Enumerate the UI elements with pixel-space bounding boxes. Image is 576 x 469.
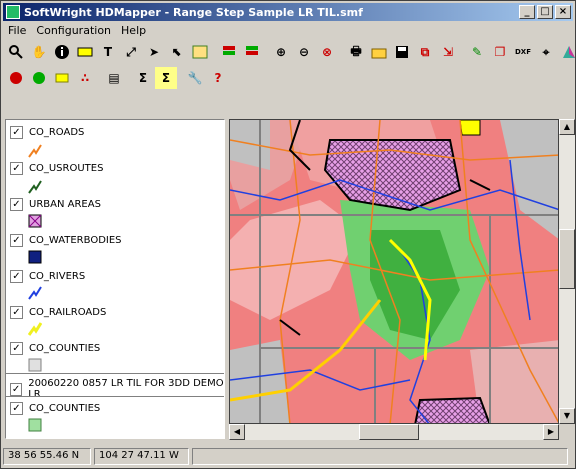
horizontal-scroll-thumb[interactable]: [359, 424, 419, 440]
menu-bar: File Configuration Help: [3, 22, 151, 39]
layer-label: CO_WATERBODIES: [29, 235, 122, 246]
layer-item[interactable]: ✓ CO_RAILROADS: [10, 306, 106, 319]
layer-item[interactable]: ✓ CO_COUNTIES: [10, 402, 100, 415]
site2-icon[interactable]: [28, 67, 50, 89]
layer-item[interactable]: ✓ CO_RIVERS: [10, 270, 85, 283]
title-bar: SoftWright HDMapper - Range Step Sample …: [3, 3, 573, 21]
status-bar: 38 56 55.46 N 104 27 47.11 W: [3, 448, 568, 466]
scroll-down-icon[interactable]: ▼: [559, 408, 575, 424]
tools-icon[interactable]: 🔧: [184, 67, 206, 89]
edit-icon[interactable]: ✎: [466, 41, 488, 63]
layer-checkbox[interactable]: ✓: [10, 342, 23, 355]
county2-symbol-icon: [28, 418, 42, 432]
minimize-button[interactable]: _: [519, 5, 535, 19]
site-icon[interactable]: [5, 67, 27, 89]
map-view[interactable]: [229, 119, 559, 424]
zoom-cancel-icon[interactable]: ⊗: [316, 41, 338, 63]
help-icon[interactable]: ?: [207, 67, 229, 89]
app-icon: [6, 5, 20, 19]
pointer-icon[interactable]: ⬉: [166, 41, 188, 63]
text-tool-icon[interactable]: T: [97, 41, 119, 63]
layer-checkbox[interactable]: ✓: [10, 270, 23, 283]
layer-item[interactable]: ✓ CO_WATERBODIES: [10, 234, 122, 247]
river-symbol-icon: [28, 286, 42, 300]
layer-item[interactable]: ✓ CO_USROUTES: [10, 162, 103, 175]
latitude-readout: 38 56 55.46 N: [3, 448, 91, 465]
compass-icon[interactable]: ⌖: [535, 41, 557, 63]
open-folder-icon[interactable]: [368, 41, 390, 63]
save-icon[interactable]: [391, 41, 413, 63]
points-icon[interactable]: [51, 67, 73, 89]
pan-hand-icon[interactable]: ✋: [28, 41, 50, 63]
close-button[interactable]: ×: [555, 5, 571, 19]
menu-file[interactable]: File: [3, 24, 31, 37]
menu-configuration[interactable]: Configuration: [31, 24, 116, 37]
menu-help[interactable]: Help: [116, 24, 151, 37]
secondary-toolbar: ∴ ▤ Σ Σ 🔧 ?: [5, 67, 230, 91]
scroll-up-icon[interactable]: ▲: [559, 119, 575, 135]
layer-checkbox[interactable]: ✓: [10, 162, 23, 175]
sum2-icon[interactable]: Σ: [155, 67, 177, 89]
layer-label: URBAN AREAS: [29, 199, 101, 210]
layer-label: CO_USROUTES: [29, 163, 104, 174]
layer-label: CO_COUNTIES: [29, 343, 101, 354]
horizontal-scrollbar[interactable]: ◀ ▶: [229, 424, 559, 440]
layer-checkbox[interactable]: ✓: [10, 198, 23, 211]
divider: [6, 373, 224, 374]
select-arrow-icon[interactable]: ➤: [143, 41, 165, 63]
scatter-icon[interactable]: ∴: [74, 67, 96, 89]
longitude-readout: 104 27 47.11 W: [94, 448, 189, 465]
color-icon[interactable]: [558, 41, 576, 63]
scroll-right-icon[interactable]: ▶: [543, 424, 559, 440]
road-symbol-icon: [28, 144, 42, 158]
railroad-symbol-icon: [28, 322, 42, 336]
layer-label: CO_COUNTIES: [29, 403, 101, 414]
water-symbol-icon: [28, 250, 42, 264]
layer-checkbox[interactable]: ✓: [10, 126, 23, 139]
export-icon[interactable]: ⧉: [414, 41, 436, 63]
label-icon[interactable]: [74, 41, 96, 63]
main-toolbar: ✋ T ⤢ ➤ ⬉ ⊕ ⊖ ⊗ 🖶 ⧉ ⇲ ✎ ❐ DXF ⌖: [5, 41, 576, 65]
zoom-icon[interactable]: [5, 41, 27, 63]
sum-icon[interactable]: Σ: [132, 67, 154, 89]
print-icon[interactable]: 🖶: [345, 41, 367, 63]
export2-icon[interactable]: ⇲: [437, 41, 459, 63]
layer-label: CO_RIVERS: [29, 271, 86, 282]
vertical-scrollbar[interactable]: ▲ ▼: [559, 119, 575, 424]
layer-checkbox[interactable]: ✓: [10, 382, 23, 396]
map-icon[interactable]: [189, 41, 211, 63]
layer-label: CO_ROADS: [29, 127, 85, 138]
layer-panel: ✓ CO_ROADS ✓ CO_USROUTES ✓ URBAN AREAS ✓ CO_…: [5, 119, 225, 439]
table-icon[interactable]: ▤: [103, 67, 125, 89]
status-pane: [192, 448, 568, 465]
dxf-icon[interactable]: DXF: [512, 41, 534, 63]
copy-icon[interactable]: ❐: [489, 41, 511, 63]
route-symbol-icon: [28, 180, 42, 194]
layer-item[interactable]: ✓ CO_COUNTIES: [10, 342, 100, 355]
divider: [6, 396, 224, 397]
vertical-scroll-thumb[interactable]: [559, 229, 575, 289]
layers2-icon[interactable]: [241, 41, 263, 63]
layers-icon[interactable]: [218, 41, 240, 63]
zoom-in-icon[interactable]: ⊕: [270, 41, 292, 63]
layer-item[interactable]: ✓ URBAN AREAS: [10, 198, 101, 211]
layer-checkbox[interactable]: ✓: [10, 402, 23, 415]
county-symbol-icon: [28, 358, 42, 372]
layer-label: CO_RAILROADS: [29, 307, 107, 318]
layer-checkbox[interactable]: ✓: [10, 234, 23, 247]
app-window: SoftWright HDMapper - Range Step Sample …: [0, 0, 576, 469]
layer-checkbox[interactable]: ✓: [10, 306, 23, 319]
info-icon[interactable]: [51, 41, 73, 63]
maximize-button[interactable]: □: [537, 5, 553, 19]
window-title: SoftWright HDMapper - Range Step Sample …: [24, 5, 363, 19]
urban-symbol-icon: [28, 214, 42, 228]
zoom-out-icon[interactable]: ⊖: [293, 41, 315, 63]
scroll-left-icon[interactable]: ◀: [229, 424, 245, 440]
measure-icon[interactable]: ⤢: [120, 41, 142, 63]
layer-item[interactable]: ✓ CO_ROADS: [10, 126, 84, 139]
